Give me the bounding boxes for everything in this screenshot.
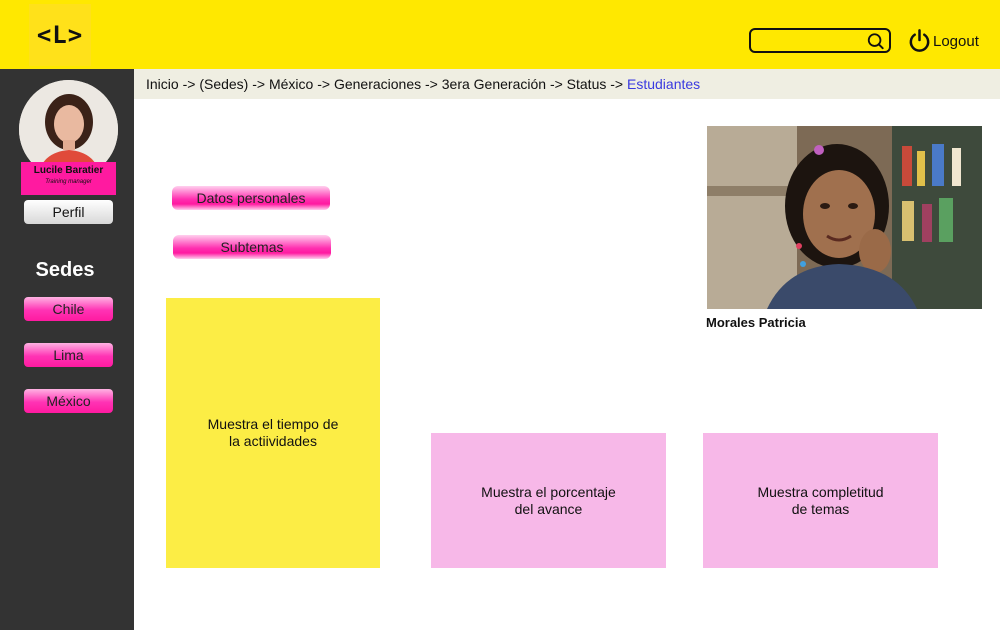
- breadcrumb-current[interactable]: Estudiantes: [627, 76, 700, 92]
- breadcrumb-separator: ->: [549, 76, 563, 92]
- progress-percentage-panel: Muestra el porcentaje del avance: [431, 433, 666, 568]
- breadcrumb-item[interactable]: Generaciones: [334, 76, 421, 92]
- breadcrumb-item[interactable]: 3era Generación: [442, 76, 546, 92]
- user-name: Lucile Baratier: [33, 165, 104, 176]
- app-window: <L> Logout Lucile Baratier Training mana…: [0, 0, 1000, 630]
- user-role: Training manager: [45, 179, 92, 185]
- logout-label: Logout: [933, 32, 979, 50]
- sidebar: Lucile Baratier Training manager Perfil …: [0, 69, 134, 630]
- app-logo[interactable]: <L>: [29, 4, 91, 66]
- breadcrumb-separator: ->: [610, 76, 624, 92]
- breadcrumb-separator: ->: [425, 76, 438, 92]
- user-name-tag: Lucile Baratier Training manager: [21, 162, 116, 195]
- breadcrumb-item[interactable]: México: [269, 76, 313, 92]
- breadcrumb-item[interactable]: Status: [567, 76, 607, 92]
- top-header: <L> Logout: [0, 0, 1000, 69]
- student-name: Morales Patricia: [706, 315, 806, 330]
- breadcrumb-separator: ->: [317, 76, 331, 92]
- breadcrumb: Inicio -> (Sedes) -> México -> Generacio…: [134, 69, 1000, 99]
- student-photo: [707, 126, 982, 309]
- breadcrumb-item[interactable]: Inicio: [146, 76, 179, 92]
- sede-button-lima[interactable]: Lima: [24, 343, 113, 367]
- subtemas-button[interactable]: Subtemas: [173, 235, 331, 259]
- progress-percentage-text: Muestra el porcentaje del avance: [481, 483, 616, 517]
- activity-time-panel: Muestra el tiempo de la actiividades: [166, 298, 380, 568]
- sede-button-chile[interactable]: Chile: [24, 297, 113, 321]
- breadcrumb-item[interactable]: (Sedes): [199, 76, 248, 92]
- breadcrumb-separator: ->: [252, 76, 266, 92]
- search-icon[interactable]: [866, 32, 885, 50]
- topic-completion-text: Muestra completitud de temas: [757, 483, 884, 517]
- datos-personales-button[interactable]: Datos personales: [172, 186, 330, 210]
- logout-button[interactable]: Logout: [907, 27, 979, 55]
- activity-time-text: Muestra el tiempo de la actiividades: [207, 416, 339, 449]
- search-input[interactable]: [757, 32, 865, 49]
- sede-button-mexico[interactable]: México: [24, 389, 113, 413]
- topic-completion-panel: Muestra completitud de temas: [703, 433, 938, 568]
- power-icon: [909, 29, 930, 52]
- breadcrumb-separator: ->: [182, 76, 196, 92]
- search-box[interactable]: [749, 28, 891, 53]
- perfil-button[interactable]: Perfil: [24, 200, 113, 224]
- sedes-heading: Sedes: [35, 259, 95, 281]
